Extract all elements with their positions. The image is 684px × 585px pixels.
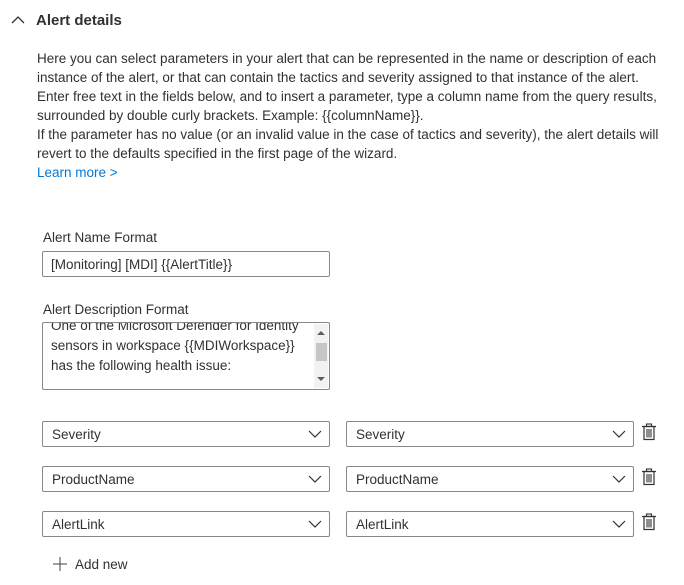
chevron-down-icon [612, 475, 626, 483]
alert-description-label: Alert Description Format [43, 302, 189, 317]
chevron-down-icon [308, 430, 322, 438]
delete-icon[interactable] [641, 423, 657, 441]
chevron-up-icon [11, 16, 25, 24]
chevron-down-icon [612, 430, 626, 438]
alert-name-input[interactable]: [Monitoring] [MDI] {{AlertTitle}} [42, 251, 330, 277]
mapping-left-dropdown[interactable]: Severity [42, 421, 330, 447]
chevron-down-icon [612, 520, 626, 528]
dropdown-value: ProductName [52, 471, 135, 487]
add-new-button[interactable]: Add new [52, 554, 128, 574]
mapping-right-dropdown[interactable]: ProductName [346, 466, 634, 492]
dropdown-value: ProductName [356, 471, 439, 487]
mapping-left-dropdown[interactable]: AlertLink [42, 511, 330, 537]
dropdown-value: Severity [356, 426, 405, 442]
delete-icon[interactable] [641, 468, 657, 486]
alert-description-textarea[interactable]: One of the Microsoft Defender for Identi… [42, 322, 330, 390]
scroll-down-icon[interactable] [314, 373, 328, 385]
scrollbar-thumb[interactable] [316, 343, 327, 361]
mapping-right-dropdown[interactable]: Severity [346, 421, 634, 447]
alert-details-toggle[interactable]: Alert details [8, 8, 122, 32]
add-new-label: Add new [75, 556, 128, 572]
description-paragraph: If the parameter has no value (or an inv… [37, 127, 659, 161]
alert-description-value: One of the Microsoft Defender for Identi… [51, 322, 303, 373]
chevron-down-icon [308, 520, 322, 528]
textarea-scrollbar[interactable] [314, 324, 328, 388]
alert-name-value: [Monitoring] [MDI] {{AlertTitle}} [51, 256, 233, 272]
dropdown-value: Severity [52, 426, 101, 442]
learn-more-link[interactable]: Learn more > [37, 163, 118, 182]
mapping-left-dropdown[interactable]: ProductName [42, 466, 330, 492]
alert-name-label: Alert Name Format [43, 230, 158, 245]
dropdown-value: AlertLink [356, 516, 409, 532]
plus-icon [53, 557, 67, 571]
alert-details-description: Here you can select parameters in your a… [37, 49, 667, 182]
scroll-up-icon[interactable] [314, 327, 328, 339]
mapping-right-dropdown[interactable]: AlertLink [346, 511, 634, 537]
dropdown-value: AlertLink [52, 516, 105, 532]
chevron-down-icon [308, 475, 322, 483]
description-paragraph: Here you can select parameters in your a… [37, 51, 657, 85]
delete-icon[interactable] [641, 513, 657, 531]
section-title: Alert details [36, 11, 122, 29]
description-paragraph: Enter free text in the fields below, and… [37, 89, 657, 123]
